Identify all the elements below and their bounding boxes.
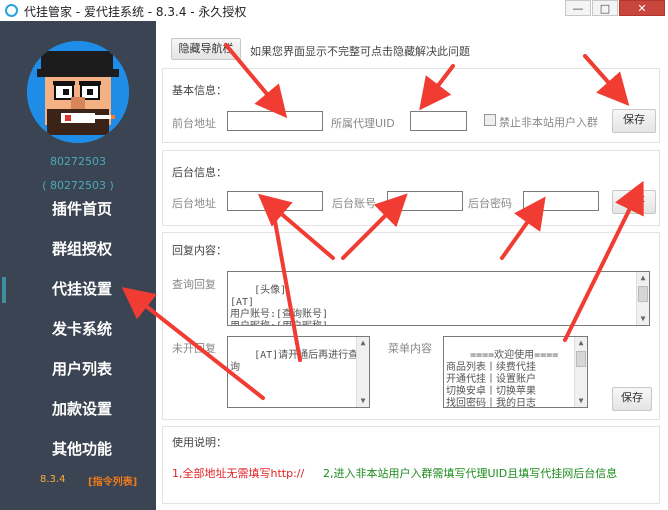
unopened-reply-textarea[interactable]: [AT]请开通后再进行查 询 ▲ ▼ — [227, 336, 370, 408]
basic-info-title: 基本信息： — [172, 84, 227, 97]
version-label: 8.3.4 — [40, 474, 66, 485]
backend-info-title: 后台信息： — [172, 166, 227, 179]
scroll-down-icon[interactable]: ▼ — [637, 313, 649, 325]
unopened-reply-label: 未开回复 — [172, 342, 216, 355]
sidebar-item-card-system[interactable]: 发卡系统 — [0, 309, 156, 349]
cartoon-face-icon — [27, 41, 129, 143]
avatar — [27, 41, 129, 143]
app-logo-icon — [5, 4, 18, 17]
minimize-button[interactable]: — — [565, 0, 591, 16]
usage-title: 使用说明： — [172, 436, 227, 449]
scroll-up-icon[interactable]: ▲ — [575, 337, 587, 349]
sidebar-item-proxy-settings[interactable]: 代挂设置 — [0, 269, 156, 309]
backend-password-input[interactable] — [523, 191, 599, 211]
sidebar-item-plugin-home[interactable]: 插件首页 — [0, 189, 156, 229]
scroll-up-icon[interactable]: ▲ — [357, 337, 369, 349]
query-reply-textarea[interactable]: [头像] [AT] 用户账号:[查询账号] 用户昵称:[用户昵称] ▲ ▼ — [227, 271, 650, 326]
menu-content-label: 菜单内容 — [388, 342, 432, 355]
basic-info-section — [162, 68, 660, 143]
save-basic-button[interactable]: 保存 — [612, 109, 656, 133]
scroll-down-icon[interactable]: ▼ — [575, 395, 587, 407]
hide-nav-button[interactable]: 隐藏导航栏 — [171, 38, 241, 60]
scroll-up-icon[interactable]: ▲ — [637, 272, 649, 284]
query-reply-text: [头像] [AT] 用户账号:[查询账号] 用户昵称:[用户昵称] — [230, 285, 329, 325]
backend-address-label: 后台地址 — [172, 197, 216, 210]
agent-uid-label: 所属代理UID — [331, 117, 395, 130]
sidebar: 80272503 ( 80272503 ) 插件首页 群组授权 代挂设置 发卡系… — [0, 21, 156, 510]
scroll-thumb[interactable] — [576, 351, 586, 367]
backend-address-input[interactable] — [227, 191, 323, 211]
backend-account-input[interactable] — [387, 191, 463, 211]
save-reply-button[interactable]: 保存 — [612, 387, 652, 411]
query-reply-scrollbar[interactable]: ▲ ▼ — [636, 272, 649, 325]
sidebar-item-other-functions[interactable]: 其他功能 — [0, 429, 156, 469]
command-list-link[interactable]: [指令列表] — [88, 473, 137, 488]
reply-content-title: 回复内容： — [172, 244, 227, 257]
menu-content-textarea[interactable]: ====欢迎使用==== 商品列表丨续费代挂 开通代挂丨设置账户 切换安卓丨切换… — [443, 336, 588, 408]
agent-uid-input[interactable] — [410, 111, 467, 131]
usage-note-agent-uid: 2,进入非本站用户入群需填写代理UID且填写代挂网后台信息 — [323, 467, 618, 480]
backend-info-section — [162, 150, 660, 226]
usage-note-http: 1,全部地址无需填写http:// — [172, 467, 305, 480]
backend-account-label: 后台账号 — [332, 197, 376, 210]
frontend-address-label: 前台地址 — [172, 117, 216, 130]
backend-password-label: 后台密码 — [468, 197, 512, 210]
scroll-thumb[interactable] — [638, 286, 648, 302]
unopened-reply-scrollbar[interactable]: ▲ ▼ — [356, 337, 369, 407]
title-bar[interactable]: 代挂管家 - 爱代挂系统 - 8.3.4 - 永久授权 — □ ✕ — [0, 0, 668, 21]
forbid-outsiders-label: 禁止非本站用户入群 — [499, 116, 598, 129]
sidebar-item-group-auth[interactable]: 群组授权 — [0, 229, 156, 269]
maximize-button[interactable]: □ — [592, 0, 618, 16]
query-reply-label: 查询回复 — [172, 278, 216, 291]
close-button[interactable]: ✕ — [619, 0, 665, 16]
scroll-down-icon[interactable]: ▼ — [357, 395, 369, 407]
frontend-address-input[interactable] — [227, 111, 323, 131]
unopened-reply-text: [AT]请开通后再进行查 询 — [230, 350, 359, 373]
sidebar-item-user-list[interactable]: 用户列表 — [0, 349, 156, 389]
save-backend-button[interactable]: 保存 — [612, 190, 656, 214]
top-hint: 如果您界面显示不完整可点击隐藏解决此问题 — [250, 45, 470, 58]
app-window: 代挂管家 - 爱代挂系统 - 8.3.4 - 永久授权 — □ ✕ 802725… — [0, 0, 668, 510]
menu-content-text: ====欢迎使用==== 商品列表丨续费代挂 开通代挂丨设置账户 切换安卓丨切换… — [446, 350, 559, 408]
sidebar-item-recharge-settings[interactable]: 加款设置 — [0, 389, 156, 429]
window-title: 代挂管家 - 爱代挂系统 - 8.3.4 - 永久授权 — [24, 5, 247, 19]
menu-content-scrollbar[interactable]: ▲ ▼ — [574, 337, 587, 407]
user-uid: 80272503 — [50, 155, 106, 168]
forbid-outsiders-checkbox[interactable] — [484, 114, 496, 126]
